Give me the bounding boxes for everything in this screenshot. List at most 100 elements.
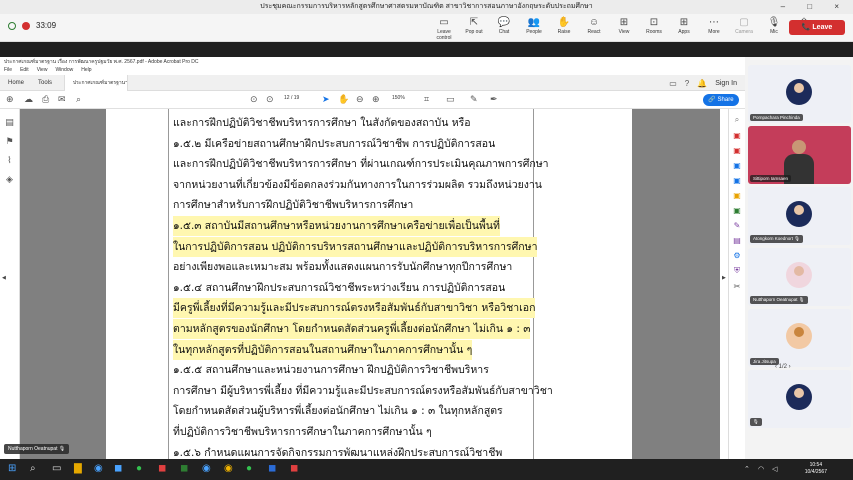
layers-icon[interactable]: ◈ [0, 174, 19, 185]
file-explorer-icon[interactable]: ▇ [74, 463, 82, 474]
create-icon[interactable]: ⊕ [6, 94, 14, 105]
react-button[interactable]: ☺ React [582, 17, 606, 41]
protect-icon[interactable]: ⛨ [729, 266, 745, 276]
edit-pdf-icon[interactable]: ▣ [729, 176, 745, 185]
menu-edit[interactable]: Edit [20, 67, 29, 75]
menu-window[interactable]: Window [55, 67, 73, 75]
menu-view[interactable]: View [37, 67, 48, 75]
zoom-level[interactable]: 150% [392, 95, 405, 101]
leave-button[interactable]: 📞 Leave [789, 20, 845, 35]
task-view-icon[interactable]: ▭ [52, 463, 61, 474]
create-pdf-icon[interactable]: ▣ [729, 146, 745, 155]
taskbar-clock[interactable]: 10:54 10/4/2567 [805, 462, 827, 476]
organize-icon[interactable]: ▤ [729, 236, 745, 245]
volume-icon[interactable]: ◁ [772, 465, 777, 473]
security-shield-icon[interactable] [8, 21, 16, 30]
collapse-right-icon[interactable]: ▶ [722, 275, 726, 281]
mail-icon[interactable]: ✉ [58, 94, 66, 105]
zoom-search-icon[interactable]: ⌕ [729, 115, 745, 125]
tray-chevron-icon[interactable]: ⌃ [744, 465, 750, 473]
collapse-left-icon[interactable]: ◀ [2, 275, 6, 281]
select-cursor-icon[interactable]: ➤ [322, 94, 330, 105]
pen-icon[interactable]: ✎ [470, 94, 478, 105]
bell-icon[interactable]: 🔔 [697, 79, 707, 88]
scan-icon[interactable]: ▣ [729, 206, 745, 215]
mic-button[interactable]: 🎙 Mic [762, 17, 786, 41]
word-app-icon[interactable]: ◼ [268, 463, 276, 474]
zoom-in-icon[interactable]: ⊕ [372, 94, 380, 105]
line-app-icon[interactable]: ● [136, 463, 142, 474]
view-button[interactable]: ⊞ View [612, 17, 636, 41]
share-button[interactable]: 🔗 Share [703, 94, 739, 106]
start-icon[interactable]: ⊞ [8, 463, 16, 474]
more-button[interactable]: ⋯ More [702, 17, 726, 41]
attachment-icon[interactable]: ⌇ [0, 155, 19, 166]
pages-icon[interactable]: ▤ [0, 117, 19, 128]
page-up-icon[interactable]: ⊙ [250, 94, 258, 105]
participant-tile[interactable]: 🎙 [748, 370, 851, 428]
zoom-app-icon[interactable]: ◼ [114, 463, 122, 474]
meeting-title: ประชุมคณะกรรมการบริหารหลักสูตรศึกษาศาสตร… [260, 3, 593, 10]
line-app2-icon[interactable]: ● [246, 463, 252, 474]
crop-icon[interactable]: ⌗ [424, 94, 429, 105]
compress-icon[interactable]: ⚙ [729, 251, 745, 260]
chrome-app-icon[interactable]: ◉ [224, 463, 233, 474]
help-icon[interactable]: ? [685, 79, 689, 88]
sign-in-link[interactable]: Sign In [715, 80, 737, 87]
participant-tile[interactable]: Sittiporn Iamsaen [748, 126, 851, 184]
participant-tile[interactable]: Nutthaporn Oeatnupat 🎙 [748, 248, 851, 306]
participant-tile[interactable]: Pornpachara Pinchinda [748, 65, 851, 123]
tab-tools[interactable]: Tools [30, 75, 60, 91]
search-icon[interactable]: ⌕ [76, 94, 81, 105]
combine-icon[interactable]: ▣ [729, 161, 745, 170]
zoom-out-icon[interactable]: ⊖ [356, 94, 364, 105]
tools-icon[interactable]: ✂ [729, 282, 745, 291]
comment-tool-icon[interactable]: ▭ [446, 94, 455, 105]
participant-tile[interactable]: Atongkorn Koednort 🎙 [748, 187, 851, 245]
export-pdf-icon[interactable]: ▣ [729, 131, 745, 140]
bookmark-icon[interactable]: ⚑ [0, 136, 19, 147]
upload-icon[interactable]: ☁ [24, 94, 33, 105]
document-line: จากหน่วยงานที่เกี่ยวข้องมีข้อตกลงร่วมกัน… [173, 178, 542, 191]
menu-help[interactable]: Help [81, 67, 91, 75]
document-line: ๑.๕.๕ สถานศึกษาและหน่วยงานการศึกษา ฝึกปฏ… [173, 364, 489, 377]
participant-pager[interactable]: ‹ 1/2 › [775, 364, 791, 370]
chat-button[interactable]: 💬 Chat [492, 17, 516, 41]
page-indicator[interactable]: 12 / 19 [284, 95, 299, 101]
page-down-icon[interactable]: ⊙ [266, 94, 274, 105]
clock-date: 10/4/2567 [804, 469, 827, 475]
document-line: ที่ปฏิบัติการวิชาชีพบริหารการศึกษาในภาคก… [173, 426, 432, 438]
comment-rail-icon[interactable]: ▣ [729, 191, 745, 200]
window-controls[interactable]: – □ × [781, 0, 849, 14]
search-taskbar-icon[interactable]: ⌕ [30, 463, 36, 474]
excel-app-icon[interactable]: ◼ [180, 463, 188, 474]
raise-button[interactable]: ✋ Raise [552, 17, 576, 41]
tab-home[interactable]: Home [0, 75, 32, 91]
avatar [786, 323, 812, 349]
browser-app-icon[interactable]: ◉ [202, 463, 211, 474]
tab-document[interactable]: ประกาศเกณฑ์มาตรฐานฯ เรื่อง กา... [64, 75, 128, 91]
pop-out-button[interactable]: ⇱ Pop out [462, 17, 486, 41]
hand-icon[interactable]: ✋ [338, 94, 349, 105]
participant-name: Pornpachara Pinchinda [750, 114, 803, 121]
rooms-button[interactable]: ⊡ Rooms [642, 17, 666, 41]
print-icon[interactable]: ⎙ [42, 94, 49, 105]
raise-label: Raise [557, 29, 571, 35]
view-label: View [618, 29, 630, 35]
document-viewport[interactable]: และการฝึกปฏิบัติวิชาชีพบริหารการศึกษา ใน… [20, 109, 720, 459]
leave-control-button[interactable]: ▭ Leave control [432, 17, 456, 41]
people-button[interactable]: 👥 People [522, 17, 546, 41]
participant-tile[interactable]: Jira Jitsupa [748, 309, 851, 367]
edge-icon[interactable]: ◉ [94, 463, 103, 474]
network-icon[interactable]: ◠ [758, 465, 764, 473]
camera-button[interactable]: ▢ Camera [732, 17, 756, 41]
document-line: ๑.๕.๔ สถานศึกษาฝึกประสบการณ์วิชาชีพระหว่… [173, 281, 506, 294]
comment-icon[interactable]: ▭ [669, 79, 677, 88]
sign-icon[interactable]: ✒ [490, 94, 498, 105]
apps-button[interactable]: ⊞ Apps [672, 17, 696, 41]
powerpoint-app-icon[interactable]: ◼ [290, 463, 298, 474]
apps-label: Apps [678, 29, 690, 35]
acrobat-app-icon[interactable]: ◼ [158, 463, 166, 474]
menu-file[interactable]: File [4, 67, 12, 75]
fill-sign-icon[interactable]: ✎ [729, 221, 745, 230]
